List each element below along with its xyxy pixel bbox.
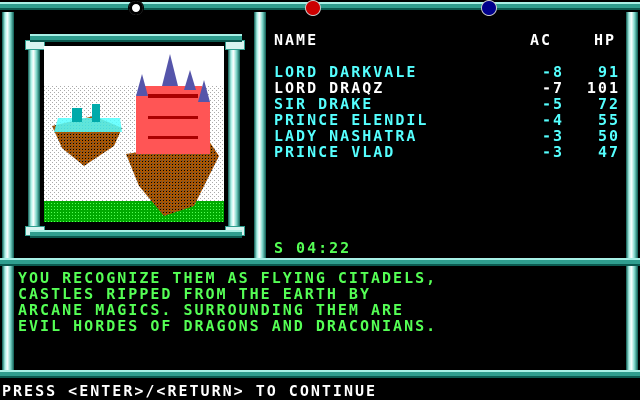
party-member-name: PRINCE VLAD [274,143,396,161]
party-member-row[interactable]: LORD DARKVALE -8 91 [274,64,626,80]
party-member-name: LORD DRAQZ [274,79,385,97]
party-member-ac: -8 [541,63,564,81]
party-member-row[interactable]: SIR DRAKE -5 72 [274,96,626,112]
message-left-pillar [2,266,14,374]
party-member-ac: -3 [541,143,564,161]
party-member-ac: -4 [541,111,564,129]
party-member-name: LORD DARKVALE [274,63,418,81]
picture-left-pillar [28,48,40,228]
right-outer-pillar [626,12,638,262]
message-line: EVIL HORDES OF DRAGONS AND DRACONIANS. [18,317,438,335]
white-gem-icon [128,0,144,16]
message-line: YOU RECOGNIZE THEM AS FLYING CITADELS, [18,269,438,287]
party-member-row[interactable]: PRINCE ELENDIL -4 55 [274,112,626,128]
prompt-bar: PRESS <ENTER>/<RETURN> TO CONTINUE [0,382,640,400]
picture-bottom-bar [30,230,242,238]
middle-frame-bar [0,258,640,266]
picture-right-pillar [228,48,240,228]
party-member-ac: -3 [541,127,564,145]
party-member-row[interactable]: LORD DRAQZ -7 101 [274,80,626,96]
bottom-frame-bar [0,370,640,378]
picture-top-bar [30,34,242,42]
message-line: ARCANE MAGICS. SURROUNDING THEM ARE [18,301,405,319]
party-member-name: LADY NASHATRA [274,127,418,145]
blue-gem-icon [481,0,497,16]
roster-header-name: NAME [274,31,319,49]
party-member-hp: 50 [597,127,620,145]
party-member-row[interactable]: PRINCE VLAD -3 47 [274,144,626,160]
party-member-hp: 55 [597,111,620,129]
continue-prompt[interactable]: PRESS <ENTER>/<RETURN> TO CONTINUE [2,383,377,399]
message-line: CASTLES RIPPED FROM THE EARTH BY [18,285,371,303]
party-member-name: PRINCE ELENDIL [274,111,429,129]
roster-header-hp: HP [594,31,617,49]
party-member-row[interactable]: LADY NASHATRA -3 50 [274,128,626,144]
game-clock: S 04:22 [274,239,352,257]
red-gem-icon [305,0,321,16]
party-member-hp: 91 [597,63,620,81]
game-screen: NAME AC HP LORD DARKVALE -8 91 LORD DRAQ… [0,0,640,400]
party-member-hp: 72 [597,95,620,113]
center-pillar [254,12,266,262]
party-member-hp: 47 [597,143,620,161]
party-member-hp: 101 [586,79,620,97]
party-member-name: SIR DRAKE [274,95,374,113]
roster-header-ac: AC [530,31,553,49]
scene-picture [44,46,224,222]
party-member-ac: -7 [541,79,564,97]
flying-citadels-illustration [44,46,224,222]
message-right-pillar [626,266,638,374]
left-outer-pillar [2,12,14,262]
party-member-ac: -5 [541,95,564,113]
